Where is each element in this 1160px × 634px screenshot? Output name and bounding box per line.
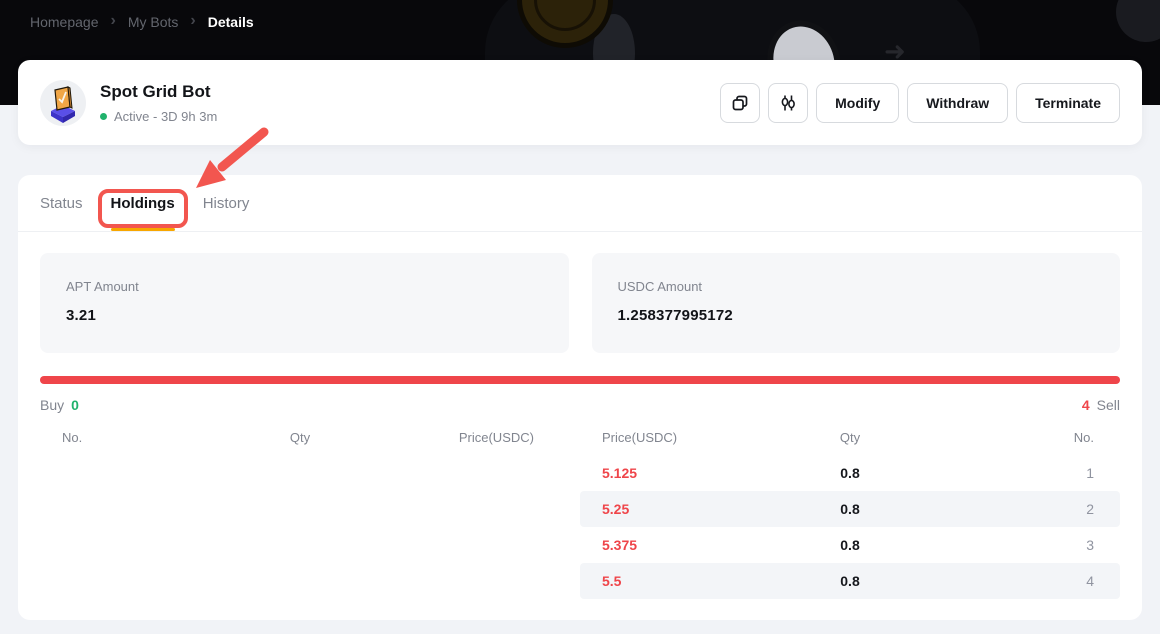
sell-price: 5.375 bbox=[580, 537, 760, 553]
banner-corner-illustration bbox=[1116, 0, 1160, 42]
table-row: 5.125 0.8 1 bbox=[580, 455, 1120, 491]
col-qty: Qty bbox=[213, 430, 386, 445]
buy-orders-table: No. Qty Price(USDC) bbox=[40, 428, 560, 599]
buy-count-group: Buy 0 bbox=[40, 397, 79, 413]
table-row: 5.25 0.8 2 bbox=[580, 491, 1120, 527]
sell-qty: 0.8 bbox=[760, 465, 940, 481]
sell-count-group: 4 Sell bbox=[1082, 397, 1120, 413]
orders-tables: No. Qty Price(USDC) Price(USDC) Qty No. … bbox=[40, 428, 1120, 599]
sell-table-header: Price(USDC) Qty No. bbox=[580, 428, 1120, 446]
buy-table-header: No. Qty Price(USDC) bbox=[40, 428, 560, 446]
table-row: 5.375 0.8 3 bbox=[580, 527, 1120, 563]
col-qty: Qty bbox=[760, 430, 940, 445]
bot-avatar bbox=[40, 80, 86, 126]
sell-no: 4 bbox=[940, 573, 1120, 589]
bot-status: Active - 3D 9h 3m bbox=[100, 109, 217, 124]
sell-ratio-progress-bar bbox=[40, 376, 1120, 384]
sell-table-rows: 5.125 0.8 1 5.25 0.8 2 5.375 0.8 3 bbox=[580, 455, 1120, 599]
page-title: Spot Grid Bot bbox=[100, 82, 217, 102]
tab-bar: Status Holdings History bbox=[18, 175, 1142, 232]
usdc-amount-card: USDC Amount 1.258377995172 bbox=[592, 253, 1121, 353]
usdc-amount-value: 1.258377995172 bbox=[618, 307, 1095, 324]
breadcrumb-my-bots[interactable]: My Bots bbox=[128, 14, 179, 30]
grid-bot-icon bbox=[41, 81, 85, 125]
sell-orders-table: Price(USDC) Qty No. 5.125 0.8 1 5.25 0.8… bbox=[580, 428, 1120, 599]
copy-button[interactable] bbox=[720, 83, 760, 123]
sell-label: Sell bbox=[1097, 397, 1120, 413]
apt-amount-label: APT Amount bbox=[66, 279, 543, 294]
tab-status[interactable]: Status bbox=[40, 175, 83, 231]
sell-price: 5.5 bbox=[580, 573, 760, 589]
breadcrumb: Homepage › My Bots › Details bbox=[30, 13, 254, 31]
sell-qty: 0.8 bbox=[760, 501, 940, 517]
tab-holdings-label: Holdings bbox=[111, 195, 175, 212]
copy-icon bbox=[730, 93, 750, 113]
amount-cards: APT Amount 3.21 USDC Amount 1.2583779951… bbox=[40, 253, 1120, 353]
breadcrumb-homepage[interactable]: Homepage bbox=[30, 14, 99, 30]
sell-no: 3 bbox=[940, 537, 1120, 553]
col-no: No. bbox=[40, 430, 213, 445]
holdings-panel: APT Amount 3.21 USDC Amount 1.2583779951… bbox=[18, 253, 1142, 599]
bot-identity: Spot Grid Bot Active - 3D 9h 3m bbox=[100, 82, 217, 124]
terminate-button[interactable]: Terminate bbox=[1016, 83, 1120, 123]
chart-button[interactable] bbox=[768, 83, 808, 123]
col-price: Price(USDC) bbox=[580, 430, 760, 445]
sell-count: 4 bbox=[1082, 397, 1090, 413]
sell-no: 2 bbox=[940, 501, 1120, 517]
bot-header-card: Spot Grid Bot Active - 3D 9h 3m Modify W… bbox=[18, 60, 1142, 145]
col-price: Price(USDC) bbox=[387, 430, 560, 445]
apt-amount-value: 3.21 bbox=[66, 307, 543, 324]
buy-sell-counts: Buy 0 4 Sell bbox=[40, 397, 1120, 413]
withdraw-button[interactable]: Withdraw bbox=[907, 83, 1008, 123]
apt-amount-card: APT Amount 3.21 bbox=[40, 253, 569, 353]
sell-qty: 0.8 bbox=[760, 537, 940, 553]
active-tab-underline bbox=[111, 228, 175, 231]
tab-history[interactable]: History bbox=[203, 175, 250, 231]
sell-no: 1 bbox=[940, 465, 1120, 481]
sell-price: 5.125 bbox=[580, 465, 760, 481]
table-row: 5.5 0.8 4 bbox=[580, 563, 1120, 599]
modify-button[interactable]: Modify bbox=[816, 83, 899, 123]
col-no: No. bbox=[940, 430, 1120, 445]
status-text: Active - 3D 9h 3m bbox=[114, 109, 217, 124]
candlestick-chart-icon bbox=[778, 93, 798, 113]
buy-count: 0 bbox=[71, 397, 79, 413]
tab-holdings[interactable]: Holdings bbox=[111, 175, 175, 231]
header-actions: Modify Withdraw Terminate bbox=[720, 83, 1120, 123]
buy-label: Buy bbox=[40, 397, 64, 413]
chevron-right-icon: › bbox=[190, 12, 195, 30]
active-status-dot-icon bbox=[100, 113, 107, 120]
bot-details-card: Status Holdings History APT Amount 3.21 … bbox=[18, 175, 1142, 620]
chevron-right-icon: › bbox=[111, 12, 116, 30]
sell-qty: 0.8 bbox=[760, 573, 940, 589]
sell-price: 5.25 bbox=[580, 501, 760, 517]
breadcrumb-details: Details bbox=[208, 14, 254, 30]
usdc-amount-label: USDC Amount bbox=[618, 279, 1095, 294]
